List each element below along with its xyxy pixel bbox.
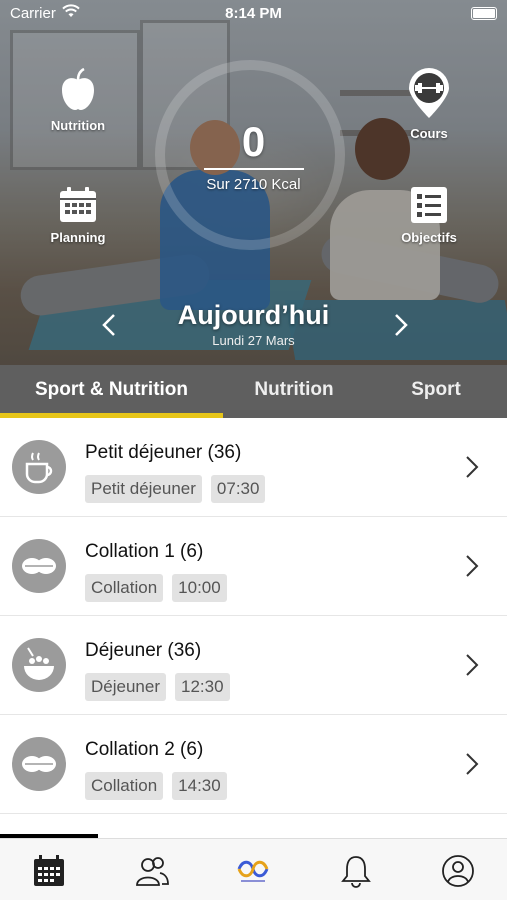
bowl-icon xyxy=(24,647,54,680)
community-icon[interactable] xyxy=(134,853,170,889)
list-item[interactable]: Déjeuner (36) Déjeuner 12:30 xyxy=(0,616,507,715)
meal-title: Collation 2 (6) xyxy=(85,739,204,760)
calendar-icon[interactable] xyxy=(31,853,67,889)
meal-title: Déjeuner (36) xyxy=(85,640,202,661)
tab-nutrition[interactable]: Nutrition xyxy=(223,365,365,418)
chevron-right-icon xyxy=(466,456,479,478)
tab-sport-nutrition[interactable]: Sport & Nutrition xyxy=(0,365,223,418)
coffee-cup-icon xyxy=(25,452,53,484)
battery-icon xyxy=(471,7,497,20)
meal-avatar xyxy=(12,638,66,692)
meal-tags: Déjeuner 12:30 xyxy=(85,673,230,701)
objectifs-shortcut[interactable]: Objectifs xyxy=(374,186,484,245)
previous-day-arrow-icon[interactable] xyxy=(98,313,122,337)
meal-tags: Petit déjeuner 07:30 xyxy=(85,475,266,503)
meal-list: Petit déjeuner (36) Petit déjeuner 07:30… xyxy=(0,418,507,814)
dumbbell-pin-icon xyxy=(409,68,449,118)
list-item[interactable]: Collation 2 (6) Collation 14:30 xyxy=(0,715,507,814)
clock: 8:14 PM xyxy=(225,5,282,22)
apple-icon xyxy=(62,68,94,110)
tab-bar-top: Sport & Nutrition Nutrition Sport xyxy=(0,365,507,418)
planning-shortcut[interactable]: Planning xyxy=(23,186,133,245)
meal-avatar xyxy=(12,737,66,791)
meal-type-tag: Collation xyxy=(85,772,164,800)
cours-label: Cours xyxy=(410,126,448,141)
list-item[interactable]: Collation 1 (6) Collation 10:00 xyxy=(0,517,507,616)
day-title: Aujourd’hui xyxy=(177,300,330,330)
status-bar: Carrier 8:14 PM xyxy=(0,0,507,28)
next-day-arrow-icon[interactable] xyxy=(388,313,412,337)
snack-icon xyxy=(22,756,56,772)
meal-title: Petit déjeuner (36) xyxy=(85,442,242,463)
meal-time-tag: 07:30 xyxy=(210,475,266,503)
meal-tags: Collation 10:00 xyxy=(85,574,227,602)
bell-icon[interactable] xyxy=(338,853,374,889)
calorie-counter: 0 Sur 2710 Kcal xyxy=(150,118,357,193)
meal-type-tag: Collation xyxy=(85,574,164,602)
meal-type-tag: Petit déjeuner xyxy=(85,475,202,503)
kcal-divider xyxy=(203,168,304,170)
snack-icon xyxy=(22,558,56,574)
day-date: Lundi 27 Mars xyxy=(212,333,295,348)
nutrition-shortcut[interactable]: Nutrition xyxy=(23,68,133,133)
meal-time-tag: 10:00 xyxy=(172,574,227,602)
meal-title: Collation 1 (6) xyxy=(85,541,204,562)
profile-icon[interactable] xyxy=(440,853,476,889)
meal-tags: Collation 14:30 xyxy=(85,772,227,800)
cours-shortcut[interactable]: Cours xyxy=(374,68,484,141)
chevron-right-icon xyxy=(466,654,479,676)
nutrition-label: Nutrition xyxy=(50,118,106,133)
kcal-value: 0 xyxy=(241,118,266,165)
tab-sport[interactable]: Sport xyxy=(365,365,507,418)
bottom-tab-bar xyxy=(0,838,507,900)
list-item[interactable]: Petit déjeuner (36) Petit déjeuner 07:30 xyxy=(0,418,507,517)
brand-logo-icon[interactable] xyxy=(235,853,271,889)
chevron-right-icon xyxy=(466,555,479,577)
chevron-right-icon xyxy=(466,753,479,775)
calendar-icon xyxy=(60,187,96,222)
meal-time-tag: 12:30 xyxy=(175,673,230,701)
planning-label: Planning xyxy=(50,230,106,245)
day-selector: Aujourd’hui Lundi 27 Mars xyxy=(130,300,377,348)
checklist-icon xyxy=(411,187,447,223)
objectifs-label: Objectifs xyxy=(401,230,457,245)
meal-avatar xyxy=(12,539,66,593)
meal-avatar xyxy=(12,440,66,494)
meal-time-tag: 14:30 xyxy=(172,772,227,800)
meal-type-tag: Déjeuner xyxy=(85,673,166,701)
kcal-target: Sur 2710 Kcal xyxy=(206,176,301,193)
